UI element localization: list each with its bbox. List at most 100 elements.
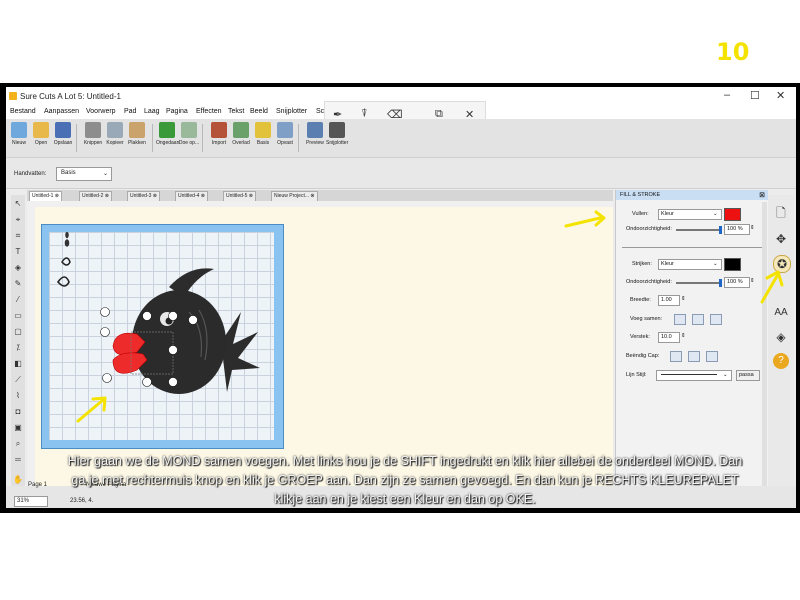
layers-icon[interactable]: ◈ xyxy=(773,329,789,345)
maximize-icon[interactable]: ☐ xyxy=(750,89,760,102)
node-handle[interactable] xyxy=(168,311,178,321)
node-handle[interactable] xyxy=(100,307,110,317)
toolbar-button-open[interactable]: Open xyxy=(30,122,52,146)
close-icon[interactable]: ⊗ xyxy=(103,193,109,199)
menu-item-pad[interactable]: Pad xyxy=(124,108,136,115)
page-icon[interactable]: 🗋 xyxy=(773,205,789,221)
select-arrow-icon[interactable]: ↖ xyxy=(13,199,23,209)
bubble-shape[interactable] xyxy=(61,257,71,266)
node-handle[interactable] xyxy=(100,327,110,337)
page-tab[interactable]: Page 1 xyxy=(28,482,47,488)
stepper-icon[interactable]: ⇕ xyxy=(750,225,755,231)
toolbar-button-kopieer[interactable]: Kopieer xyxy=(104,122,126,146)
bubble-shape[interactable] xyxy=(56,276,70,287)
stroke-mode-select[interactable]: Kleur ⌄ xyxy=(658,259,722,270)
eraser-tool-icon[interactable]: ▭ xyxy=(13,311,23,321)
measure-icon[interactable]: ═ xyxy=(13,455,23,465)
mat-grid[interactable] xyxy=(49,232,274,440)
cap-butt-button[interactable] xyxy=(670,351,682,362)
node-handle[interactable] xyxy=(142,311,152,321)
menu-item-laag[interactable]: Laag xyxy=(144,108,160,115)
stroke-opacity-field[interactable]: 100 % xyxy=(724,277,750,288)
close-icon[interactable]: ⊠ xyxy=(759,191,765,199)
stepper-icon[interactable]: ⇕ xyxy=(750,278,755,284)
toolbar-button-overlad[interactable]: Overlad xyxy=(230,122,252,146)
stroke-opacity-slider[interactable] xyxy=(676,279,722,287)
toolbar-button-opslaan[interactable]: Opslaan xyxy=(52,122,74,146)
text-tool-icon[interactable]: T xyxy=(13,247,23,257)
node-handle[interactable] xyxy=(142,377,152,387)
image-tool-icon[interactable]: ▣ xyxy=(13,423,23,433)
menu-item-pagina[interactable]: Pagina xyxy=(166,108,188,115)
fill-opacity-slider[interactable] xyxy=(676,226,722,234)
slider-thumb[interactable] xyxy=(719,279,722,287)
close-icon[interactable]: ✕ xyxy=(776,89,785,102)
close-icon[interactable]: ⊗ xyxy=(151,193,157,199)
stepper-icon[interactable]: ⇕ xyxy=(681,296,686,302)
join-bevel-button[interactable] xyxy=(710,314,722,325)
node-handle[interactable] xyxy=(188,315,198,325)
fish-artwork[interactable] xyxy=(49,232,274,440)
crop-icon[interactable]: ⌗ xyxy=(13,231,23,241)
toolbar-button-opvast[interactable]: Opvast xyxy=(274,122,296,146)
help-icon[interactable]: ? xyxy=(773,353,789,369)
shape-icon[interactable]: ◧ xyxy=(13,359,23,369)
fish-tail[interactable] xyxy=(221,312,260,392)
hand-pan-icon[interactable]: ✋ xyxy=(13,475,23,485)
toolbar-button-import[interactable]: Import xyxy=(208,122,230,146)
fill-opacity-field[interactable]: 100 % xyxy=(724,224,750,235)
node-handle[interactable] xyxy=(168,377,178,387)
apply-button[interactable]: passa xyxy=(736,370,760,381)
cap-round-button[interactable] xyxy=(688,351,700,362)
menu-item-effecten[interactable]: Effecten xyxy=(196,108,222,115)
miter-field[interactable]: 10.0 xyxy=(658,332,680,343)
bubble-shape[interactable] xyxy=(64,239,70,247)
fill-drop-icon[interactable]: ◈ xyxy=(13,263,23,273)
menu-item-voorwerp[interactable]: Voorwerp xyxy=(86,108,116,115)
rectangle-icon[interactable]: ▢ xyxy=(13,327,23,337)
menu-item-snijplotter[interactable]: Snijplotter xyxy=(276,108,307,115)
line-style-select[interactable]: ⌄ xyxy=(656,370,732,381)
toolbar-button-knippen[interactable]: Knippen xyxy=(82,122,104,146)
bubble-shape[interactable] xyxy=(65,232,69,239)
fill-color-swatch[interactable] xyxy=(724,208,741,221)
menu-item-tekst[interactable]: Tekst xyxy=(228,108,244,115)
join-miter-button[interactable] xyxy=(674,314,686,325)
brush-icon[interactable]: ⁄ xyxy=(13,295,23,305)
handle-select[interactable]: Basis ⌄ xyxy=(56,167,112,181)
menu-item-bestand[interactable]: Bestand xyxy=(10,108,36,115)
cap-square-button[interactable] xyxy=(706,351,718,362)
toolbar-button-snijplotter[interactable]: Snijplotter xyxy=(326,122,348,146)
node-handle[interactable] xyxy=(168,345,178,355)
fill-mode-select[interactable]: Kleur ⌄ xyxy=(658,209,722,220)
stepper-icon[interactable]: ⇕ xyxy=(681,333,686,339)
zoom-select[interactable]: 31% xyxy=(14,496,48,507)
stroke-color-swatch[interactable] xyxy=(724,258,741,271)
node-handle[interactable] xyxy=(102,373,112,383)
toolbar-button-basis[interactable]: Basis xyxy=(252,122,274,146)
toolbar-button-doe-op-[interactable]: Doe op... xyxy=(178,122,200,146)
minimize-icon[interactable]: – xyxy=(724,89,730,101)
toolbar-button-nieuw[interactable]: Nieuw xyxy=(8,122,30,146)
zoom-icon[interactable]: ⌕ xyxy=(13,439,23,449)
weld-icon[interactable]: ◘ xyxy=(13,407,23,417)
toolbar-button-plakken[interactable]: Plakken xyxy=(126,122,148,146)
eyedropper-icon[interactable]: ⁒ xyxy=(13,343,23,353)
width-field[interactable]: 1.00 xyxy=(658,295,680,306)
node-edit-icon[interactable]: ⌖ xyxy=(13,215,23,225)
slider-thumb[interactable] xyxy=(719,226,722,234)
toolbar-button-ongedaan[interactable]: Ongedaan xyxy=(156,122,179,146)
menu-item-aanpassen[interactable]: Aanpassen xyxy=(44,108,79,115)
toolbar-button-preview[interactable]: Preview xyxy=(304,122,326,146)
join-round-button[interactable] xyxy=(692,314,704,325)
close-icon[interactable]: ⊗ xyxy=(53,193,59,199)
close-icon[interactable]: ⊗ xyxy=(199,193,205,199)
bezier-icon[interactable]: ⌇ xyxy=(13,391,23,401)
add-icon[interactable]: ⊗ xyxy=(309,193,314,199)
pencil-icon[interactable]: ✎ xyxy=(13,279,23,289)
close-icon[interactable]: ⊗ xyxy=(247,193,253,199)
menu-item-beeld[interactable]: Beeld xyxy=(250,108,268,115)
text-size-icon[interactable]: AA xyxy=(773,305,789,321)
panel-scrollbar[interactable] xyxy=(762,202,767,492)
move-arrows-icon[interactable]: ✥ xyxy=(773,231,789,247)
